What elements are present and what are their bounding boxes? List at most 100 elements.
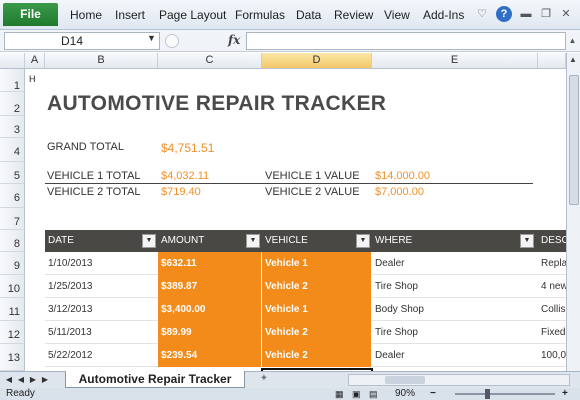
vertical-scrollbar[interactable]: ▲ (566, 53, 580, 371)
row-header-7[interactable]: 7 (0, 208, 25, 230)
cell-date[interactable]: 5/11/2013 (45, 321, 158, 344)
formula-splitter[interactable] (165, 34, 179, 48)
cell-vehicle[interactable]: Vehicle 1 (262, 298, 372, 321)
tab-home[interactable]: Home (70, 8, 102, 22)
help-icon[interactable]: ? (496, 6, 512, 22)
zoom-in-button[interactable]: + (562, 388, 568, 400)
zoom-out-button[interactable]: − (430, 388, 436, 400)
tab-review[interactable]: Review (334, 8, 373, 22)
table-row: 1/25/2013 $389.87 Vehicle 2 Tire Shop 4 … (45, 275, 580, 298)
cell-amount[interactable]: $3,400.00 (158, 298, 262, 321)
horizontal-scroll-thumb[interactable] (385, 376, 425, 384)
column-header-e[interactable]: E (372, 53, 538, 69)
formula-bar: D14 ▼ fx ▲ (0, 30, 580, 52)
column-header-b[interactable]: B (45, 53, 158, 69)
select-all-corner[interactable] (0, 53, 25, 69)
vehicle-2-total-value[interactable]: $719.40 (161, 186, 201, 198)
expand-formula-icon[interactable]: ▲ (567, 32, 578, 50)
row-header-12[interactable]: 12 (0, 321, 25, 344)
cell-where[interactable]: Body Shop (372, 298, 538, 321)
zoom-slider-track[interactable] (455, 393, 555, 395)
cell-amount[interactable]: $632.11 (158, 252, 262, 275)
vehicle-1-value-value[interactable]: $14,000.00 (375, 170, 430, 182)
page-break-view-icon[interactable]: ▤ (369, 388, 378, 400)
scroll-up-icon[interactable]: ▲ (569, 55, 577, 64)
formula-input[interactable] (246, 32, 566, 50)
row-header-9[interactable]: 9 (0, 252, 25, 275)
cell-where[interactable]: Dealer (372, 252, 538, 275)
cell-amount[interactable]: $389.87 (158, 275, 262, 298)
filter-dropdown-icon[interactable]: ▼ (142, 234, 156, 248)
tab-view[interactable]: View (384, 8, 410, 22)
cell-vehicle[interactable]: Vehicle 1 (262, 252, 372, 275)
tab-page-layout[interactable]: Page Layout (159, 8, 226, 22)
filter-dropdown-icon[interactable]: ▼ (246, 234, 260, 248)
file-tab[interactable]: File (3, 3, 58, 26)
zoom-slider-thumb[interactable] (485, 389, 490, 399)
row-header-13[interactable]: 13 (0, 344, 25, 371)
vertical-scroll-thumb[interactable] (569, 75, 579, 205)
new-sheet-icon[interactable]: ✦ (256, 373, 272, 387)
vehicle-1-value-label: VEHICLE 1 VALUE (265, 170, 360, 182)
cell-date[interactable]: 3/12/2013 (45, 298, 158, 321)
close-icon[interactable]: ✕ (558, 6, 574, 22)
status-bar: Ready ▦ ▣ ▤ 90% − + (0, 388, 580, 400)
cell-date[interactable]: 1/10/2013 (45, 252, 158, 275)
cell-where[interactable]: Tire Shop (372, 275, 538, 298)
normal-view-icon[interactable]: ▦ (335, 388, 344, 400)
row-header-4[interactable]: 4 (0, 138, 25, 162)
grand-total-label: GRAND TOTAL (47, 141, 125, 153)
cell-date[interactable]: 1/25/2013 (45, 275, 158, 298)
cell-where[interactable]: Tire Shop (372, 321, 538, 344)
filter-dropdown-icon[interactable]: ▼ (356, 234, 370, 248)
cell-date[interactable]: 5/22/2012 (45, 344, 158, 367)
row-header-8[interactable]: 8 (0, 230, 25, 252)
cell-vehicle[interactable]: Vehicle 2 (262, 344, 372, 367)
heart-icon[interactable]: ♡ (474, 6, 490, 22)
cell-vehicle[interactable]: Vehicle 2 (262, 275, 372, 298)
tab-insert[interactable]: Insert (115, 8, 145, 22)
prev-sheet-icon[interactable]: ◀ (16, 374, 26, 386)
sheet-tab-bar: ◀ ◀ ▶ ▶ Automotive Repair Tracker ✦ (0, 371, 580, 388)
column-header-c[interactable]: C (158, 53, 262, 69)
row-header-2[interactable]: 2 (0, 92, 25, 116)
tab-add-ins[interactable]: Add-Ins (423, 8, 464, 22)
row-header-3[interactable]: 3 (0, 116, 25, 138)
cell-vehicle[interactable]: Vehicle 2 (262, 321, 372, 344)
row-header-5[interactable]: 5 (0, 162, 25, 184)
name-box[interactable]: D14 (4, 32, 160, 50)
tab-formulas[interactable]: Formulas (235, 8, 285, 22)
cell-a1-marker: H (29, 74, 36, 84)
first-sheet-icon[interactable]: ◀ (4, 374, 14, 386)
row-header-10[interactable]: 10 (0, 275, 25, 298)
restore-icon[interactable]: ❐ (538, 6, 554, 22)
sheet-tab-automotive-repair-tracker[interactable]: Automotive Repair Tracker (65, 371, 245, 388)
header-where: WHERE (375, 235, 413, 246)
next-sheet-icon[interactable]: ▶ (28, 374, 38, 386)
tab-data[interactable]: Data (296, 8, 321, 22)
minimize-icon[interactable]: ▬ (518, 6, 534, 22)
row-header-11[interactable]: 11 (0, 298, 25, 321)
filter-dropdown-icon[interactable]: ▼ (520, 234, 534, 248)
column-header-f[interactable] (538, 53, 566, 69)
table-row: 3/12/2013 $3,400.00 Vehicle 1 Body Shop … (45, 298, 580, 321)
column-header-d[interactable]: D (262, 53, 372, 69)
cell-amount[interactable]: $89.99 (158, 321, 262, 344)
vehicle-2-value-label: VEHICLE 2 VALUE (265, 186, 360, 198)
horizontal-scrollbar[interactable] (348, 374, 570, 386)
cell-where[interactable]: Dealer (372, 344, 538, 367)
insert-function-icon[interactable]: fx (228, 33, 240, 47)
row-header-1[interactable]: 1 (0, 69, 25, 92)
chevron-down-icon[interactable]: ▼ (147, 33, 156, 43)
grand-total-value[interactable]: $4,751.51 (161, 141, 214, 155)
sheet-title: AUTOMOTIVE REPAIR TRACKER (47, 92, 387, 115)
zoom-level[interactable]: 90% (395, 388, 415, 400)
column-header-a[interactable]: A (25, 53, 45, 69)
cell-amount[interactable]: $239.54 (158, 344, 262, 367)
vehicle-2-value-value[interactable]: $7,000.00 (375, 186, 424, 198)
last-sheet-icon[interactable]: ▶ (40, 374, 50, 386)
vehicle-1-total-label: VEHICLE 1 TOTAL (47, 170, 141, 182)
page-layout-view-icon[interactable]: ▣ (352, 388, 361, 400)
vehicle-1-total-value[interactable]: $4,032.11 (161, 170, 209, 182)
row-header-6[interactable]: 6 (0, 184, 25, 208)
